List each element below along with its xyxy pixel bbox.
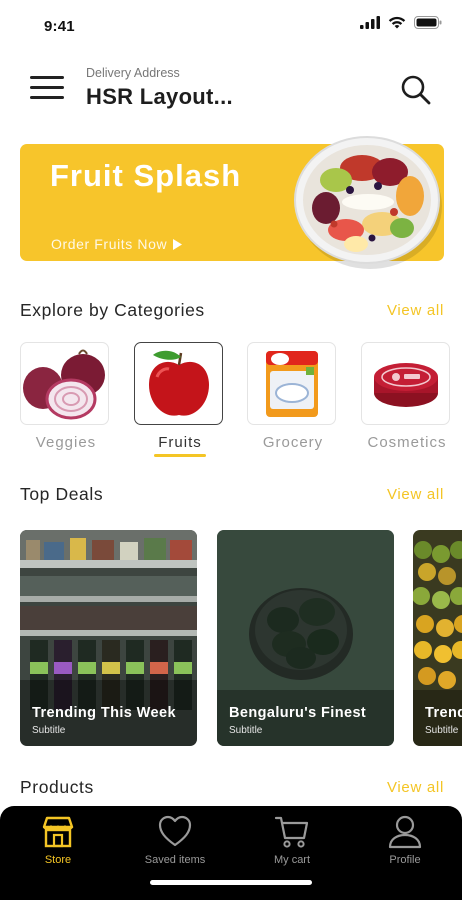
cosmetic-tin-image [374, 363, 438, 407]
categories-view-all-link[interactable]: View all [387, 302, 444, 319]
deal-title: Trending This Week [425, 705, 462, 721]
deal-card-trending-2[interactable]: Trending This Week Subtitle [413, 530, 462, 746]
profile-icon [388, 815, 422, 849]
category-label: Fruits [158, 434, 202, 451]
nav-profile[interactable]: Profile [355, 814, 455, 866]
bottom-navigation: Store Saved items My cart Profile [0, 806, 462, 900]
play-arrow-icon [173, 238, 183, 250]
delivery-address-caption: Delivery Address [86, 66, 180, 80]
category-cosmetics[interactable]: Cosmetics [361, 342, 453, 451]
menu-button[interactable] [30, 74, 64, 102]
header: Delivery Address HSR Layout... [0, 60, 462, 120]
categories-header: Explore by Categories View all [20, 300, 444, 324]
store-icon [42, 816, 74, 848]
deal-card-trending[interactable]: Trending This Week Subtitle [20, 530, 197, 746]
deal-subtitle: Subtitle [425, 725, 459, 736]
category-tile [247, 342, 336, 425]
nav-store[interactable]: Store [8, 814, 108, 866]
deal-subtitle: Subtitle [229, 725, 263, 736]
delivery-address-selector[interactable]: HSR Layout... [86, 84, 233, 110]
nav-label: Profile [389, 854, 421, 866]
banner-cta-label: Order Fruits Now [51, 236, 168, 252]
search-icon [401, 75, 431, 105]
home-indicator [150, 880, 312, 885]
products-title: Products [20, 777, 94, 797]
signal-icon [360, 16, 380, 29]
products-header: Products View all [20, 777, 444, 801]
onion-image [23, 349, 105, 420]
status-bar: 9:41 [0, 0, 462, 52]
status-icons [360, 16, 442, 29]
category-grocery[interactable]: Grocery [247, 342, 339, 451]
heart-icon [158, 815, 192, 847]
top-deals-carousel[interactable]: Trending This Week Subtitle Bengaluru's … [20, 530, 462, 746]
category-tile [20, 342, 109, 425]
selected-underline [154, 454, 206, 457]
categories-list: Veggies Fruits Grocery Cosmetics [20, 342, 462, 462]
category-tile [361, 342, 450, 425]
battery-icon [414, 16, 442, 29]
top-deals-header: Top Deals View all [20, 484, 444, 508]
wifi-icon [388, 16, 406, 29]
apple-image [149, 350, 209, 416]
products-view-all-link[interactable]: View all [387, 779, 444, 796]
top-deals-view-all-link[interactable]: View all [387, 486, 444, 503]
nav-label: Store [44, 854, 72, 866]
menu-icon-line [30, 96, 64, 99]
deal-title: Bengaluru's Finest [229, 705, 367, 721]
search-button[interactable] [400, 74, 432, 106]
menu-icon-line [30, 86, 64, 89]
category-label: Veggies [35, 434, 97, 451]
category-fruits[interactable]: Fruits [134, 342, 226, 457]
banner-title: Fruit Splash [50, 158, 242, 193]
category-label: Cosmetics [367, 434, 447, 451]
status-time: 9:41 [44, 18, 75, 35]
nav-saved-items[interactable]: Saved items [125, 814, 225, 866]
nav-my-cart[interactable]: My cart [242, 814, 342, 866]
deal-card-bengaluru[interactable]: Bengaluru's Finest Subtitle [217, 530, 394, 746]
categories-title: Explore by Categories [20, 300, 205, 320]
category-label: Grocery [262, 434, 324, 451]
category-veggies[interactable]: Veggies [20, 342, 112, 451]
fruit-plate-image [294, 136, 442, 269]
order-fruits-link[interactable]: Order Fruits Now [51, 236, 183, 252]
rice-pack-image [266, 351, 318, 417]
nav-label: Saved items [144, 854, 206, 866]
category-tile-selected [134, 342, 223, 425]
nav-label: My cart [273, 854, 311, 866]
deal-title: Trending This Week [32, 705, 176, 721]
top-deals-title: Top Deals [20, 484, 104, 504]
cart-icon [274, 816, 309, 848]
deal-subtitle: Subtitle [32, 725, 66, 736]
promo-banner[interactable]: Fruit Splash Order Fruits Now [20, 136, 444, 269]
menu-icon [30, 76, 64, 79]
